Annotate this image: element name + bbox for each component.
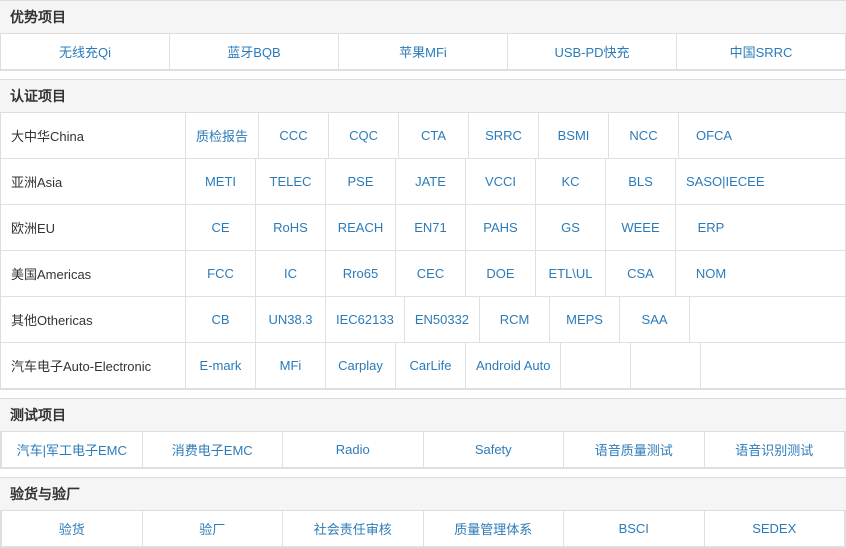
cert-row-0: 大中华China质检报告CCCCQCCTASRRCBSMINCCOFCA — [1, 113, 845, 159]
cert-cell-2-4[interactable]: PAHS — [466, 205, 536, 250]
inspection-header: 验货与验厂 — [0, 477, 846, 511]
cert-cell-4-0[interactable]: CB — [186, 297, 256, 342]
cert-cell-2-2[interactable]: REACH — [326, 205, 396, 250]
testing-item-3[interactable]: Safety — [424, 432, 565, 467]
cert-cell-5-3[interactable]: CarLife — [396, 343, 466, 388]
testing-header: 测试项目 — [0, 398, 846, 432]
cert-cell-2-6[interactable]: WEEE — [606, 205, 676, 250]
cert-cell-0-6[interactable]: NCC — [609, 113, 679, 158]
certification-header: 认证项目 — [0, 79, 846, 113]
cert-cell-3-7[interactable]: NOM — [676, 251, 746, 296]
cert-cell-5-0[interactable]: E-mark — [186, 343, 256, 388]
cert-cell-0-7[interactable]: OFCA — [679, 113, 749, 158]
cert-row-label-2: 欧洲EU — [1, 205, 186, 250]
cert-row-1: 亚洲AsiaMETITELECPSEJATEVCCIKCBLSSASO|IECE… — [1, 159, 845, 205]
cert-cell-1-4[interactable]: VCCI — [466, 159, 536, 204]
cert-cell-3-3[interactable]: CEC — [396, 251, 466, 296]
cert-cell-5-6 — [631, 343, 701, 388]
testing-item-0[interactable]: 汽车|军工电子EMC — [2, 432, 143, 467]
cert-cell-0-1[interactable]: CCC — [259, 113, 329, 158]
cert-cell-2-5[interactable]: GS — [536, 205, 606, 250]
cert-row-label-1: 亚洲Asia — [1, 159, 186, 204]
cert-cell-3-4[interactable]: DOE — [466, 251, 536, 296]
cert-cell-1-6[interactable]: BLS — [606, 159, 676, 204]
cert-cell-3-5[interactable]: ETL\UL — [536, 251, 606, 296]
cert-cell-1-5[interactable]: KC — [536, 159, 606, 204]
inspection-item-5[interactable]: SEDEX — [705, 511, 845, 546]
cert-cell-5-4[interactable]: Android Auto — [466, 343, 561, 388]
cert-cell-1-0[interactable]: METI — [186, 159, 256, 204]
testing-item-4[interactable]: 语音质量测试 — [564, 432, 705, 467]
advantages-row: 无线充Qi蓝牙BQB苹果MFiUSB-PD快充中国SRRC — [1, 34, 845, 70]
cert-row-label-0: 大中华China — [1, 113, 186, 158]
cert-cell-1-1[interactable]: TELEC — [256, 159, 326, 204]
cert-row-label-3: 美国Americas — [1, 251, 186, 296]
cert-cell-3-6[interactable]: CSA — [606, 251, 676, 296]
inspection-item-2[interactable]: 社会责任审核 — [283, 511, 424, 546]
cert-cell-4-1[interactable]: UN38.3 — [256, 297, 326, 342]
advantage-item-3[interactable]: USB-PD快充 — [508, 34, 677, 69]
testing-item-1[interactable]: 消费电子EMC — [143, 432, 284, 467]
cert-cell-2-0[interactable]: CE — [186, 205, 256, 250]
cert-row-5: 汽车电子Auto-ElectronicE-markMFiCarplayCarLi… — [1, 343, 845, 389]
cert-row-3: 美国AmericasFCCICRro65CECDOEETL\ULCSANOM — [1, 251, 845, 297]
cert-cell-4-5[interactable]: MEPS — [550, 297, 620, 342]
cert-cell-4-7 — [690, 297, 760, 342]
cert-cell-3-0[interactable]: FCC — [186, 251, 256, 296]
advantage-item-1[interactable]: 蓝牙BQB — [170, 34, 339, 69]
cert-row-label-4: 其他Othericas — [1, 297, 186, 342]
inspection-item-0[interactable]: 验货 — [2, 511, 143, 546]
cert-cell-1-3[interactable]: JATE — [396, 159, 466, 204]
advantages-header: 优势项目 — [0, 0, 846, 34]
cert-cell-1-2[interactable]: PSE — [326, 159, 396, 204]
advantage-item-0[interactable]: 无线充Qi — [1, 34, 170, 69]
cert-row-4: 其他OthericasCBUN38.3IEC62133EN50332RCMMEP… — [1, 297, 845, 343]
cert-cell-5-5 — [561, 343, 631, 388]
cert-cell-4-2[interactable]: IEC62133 — [326, 297, 405, 342]
cert-row-2: 欧洲EUCERoHSREACHEN71PAHSGSWEEEERP — [1, 205, 845, 251]
testing-row: 汽车|军工电子EMC消费电子EMCRadioSafety语音质量测试语音识别测试 — [1, 432, 845, 468]
cert-cell-2-7[interactable]: ERP — [676, 205, 746, 250]
cert-cell-4-3[interactable]: EN50332 — [405, 297, 480, 342]
cert-cell-3-2[interactable]: Rro65 — [326, 251, 396, 296]
cert-cell-5-7 — [701, 343, 771, 388]
advantage-item-2[interactable]: 苹果MFi — [339, 34, 508, 69]
cert-cell-0-2[interactable]: CQC — [329, 113, 399, 158]
cert-cell-0-0[interactable]: 质检报告 — [186, 113, 259, 158]
cert-cell-2-3[interactable]: EN71 — [396, 205, 466, 250]
cert-cell-0-3[interactable]: CTA — [399, 113, 469, 158]
cert-cell-4-4[interactable]: RCM — [480, 297, 550, 342]
testing-item-5[interactable]: 语音识别测试 — [705, 432, 845, 467]
cert-cell-3-1[interactable]: IC — [256, 251, 326, 296]
cert-cell-0-4[interactable]: SRRC — [469, 113, 539, 158]
cert-row-label-5: 汽车电子Auto-Electronic — [1, 343, 186, 388]
cert-cell-0-5[interactable]: BSMI — [539, 113, 609, 158]
cert-cell-4-6[interactable]: SAA — [620, 297, 690, 342]
cert-cell-1-7[interactable]: SASO|IECEE — [676, 159, 775, 204]
testing-item-2[interactable]: Radio — [283, 432, 424, 467]
inspection-item-3[interactable]: 质量管理体系 — [424, 511, 565, 546]
cert-cell-2-1[interactable]: RoHS — [256, 205, 326, 250]
advantage-item-4[interactable]: 中国SRRC — [677, 34, 845, 69]
cert-cell-5-2[interactable]: Carplay — [326, 343, 396, 388]
inspection-item-4[interactable]: BSCI — [564, 511, 705, 546]
inspection-item-1[interactable]: 验厂 — [143, 511, 284, 546]
cert-cell-5-1[interactable]: MFi — [256, 343, 326, 388]
